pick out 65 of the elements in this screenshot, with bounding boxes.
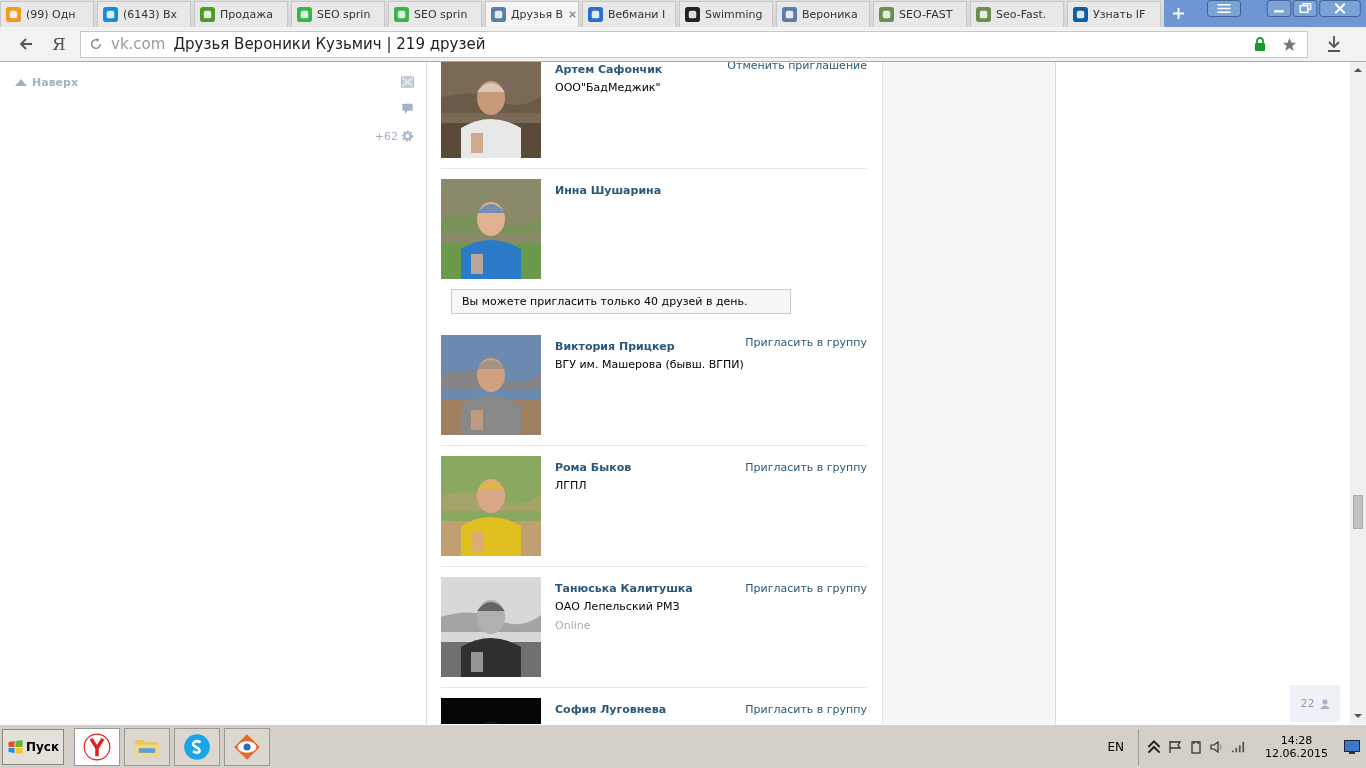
- browser-tab[interactable]: SEO-FAST: [873, 1, 967, 27]
- notification-count: +62: [374, 129, 398, 143]
- new-tab-icon[interactable]: [1172, 7, 1185, 20]
- restore-icon[interactable]: [1292, 0, 1318, 17]
- menu-icon[interactable]: [1207, 0, 1241, 17]
- chat-icon: [183, 732, 212, 761]
- browser-tab[interactable]: (99) Одн: [0, 1, 94, 27]
- minimize-icon[interactable]: [1266, 0, 1292, 17]
- show-desktop-icon[interactable]: [1344, 739, 1360, 754]
- friend-info: ЛГПЛ: [555, 479, 588, 492]
- browser-tab[interactable]: Вероника: [776, 1, 870, 27]
- friend-name[interactable]: Рома Быков: [555, 461, 632, 474]
- reload-icon[interactable]: [89, 37, 103, 51]
- volume-icon[interactable]: [1210, 739, 1224, 754]
- browser-tab[interactable]: Друзья В: [485, 1, 579, 27]
- signal-icon[interactable]: [1231, 739, 1245, 754]
- browser-tab[interactable]: Seo-Fast.: [970, 1, 1064, 27]
- taskbar-app[interactable]: [224, 727, 271, 766]
- taskbar-app[interactable]: [174, 727, 221, 766]
- back-icon[interactable]: [18, 36, 34, 52]
- friend-info: ООО"БадМеджик": [555, 81, 662, 94]
- invite-link[interactable]: Пригласить в группу: [745, 461, 867, 474]
- chevron-icon[interactable]: [1147, 739, 1161, 754]
- scrollbar-thumb[interactable]: [1353, 495, 1363, 529]
- invite-link[interactable]: Пригласить в группу: [745, 336, 867, 349]
- friend-name[interactable]: Танюська Калитушка: [555, 582, 693, 595]
- friend-info: ВГУ им. Машерова (бывш. ВГПИ): [555, 358, 745, 371]
- invite-link[interactable]: Пригласить в группу: [745, 703, 867, 716]
- friend-name[interactable]: Инна Шушарина: [555, 184, 662, 197]
- friend-name[interactable]: Артем Сафончик: [555, 63, 663, 76]
- star-icon[interactable]: [1282, 36, 1297, 52]
- taskbar-app[interactable]: [74, 727, 121, 766]
- friend-name[interactable]: Виктория Прицкер: [555, 340, 675, 353]
- friend-info: ОАО Лепельский РМЗ: [555, 600, 681, 613]
- clock[interactable]: 14:28 12.06.2015: [1257, 733, 1336, 760]
- lock-icon: [1254, 37, 1266, 51]
- page-title: Друзья Вероники Кузьмич | 219 друзей: [173, 35, 486, 53]
- browser-tab[interactable]: Продажа: [194, 1, 288, 27]
- close-icon[interactable]: [568, 10, 578, 19]
- up-arrow-icon: [15, 78, 27, 86]
- address-field[interactable]: vk.com Друзья Вероники Кузьмич | 219 друзей: [80, 30, 1308, 58]
- flag-icon[interactable]: [1168, 739, 1182, 754]
- notice-message: Вы можете пригласить только 40 друзей в день.: [451, 289, 791, 314]
- browser-logo[interactable]: Я: [52, 34, 72, 54]
- browser-tab[interactable]: SEO sprin: [291, 1, 385, 27]
- language-indicator[interactable]: EN: [1107, 739, 1124, 754]
- scroll-up-icon[interactable]: [1354, 67, 1362, 73]
- download-icon[interactable]: [1326, 35, 1342, 53]
- eye-icon: [233, 732, 262, 761]
- person-icon: [1319, 698, 1330, 709]
- url-domain: vk.com: [111, 35, 166, 53]
- browser-tab[interactable]: SEO sprin: [388, 1, 482, 27]
- invite-link[interactable]: Пригласить в группу: [745, 582, 867, 595]
- browser-tab[interactable]: Swimming: [679, 1, 773, 27]
- scroll-down-icon[interactable]: [1354, 713, 1362, 719]
- windows-icon: [7, 739, 24, 754]
- online-status: Online: [555, 619, 592, 632]
- friend-name[interactable]: София Луговнева: [555, 703, 667, 716]
- browser-icon: [83, 732, 112, 761]
- browser-tab[interactable]: (6143) Вх: [97, 1, 191, 27]
- start-button[interactable]: Пуск: [2, 728, 65, 765]
- browser-tab[interactable]: Узнать IF: [1067, 1, 1161, 27]
- close-icon[interactable]: [1318, 0, 1362, 17]
- browser-tab[interactable]: Вебмани I: [582, 1, 676, 27]
- device-icon[interactable]: [1189, 739, 1203, 754]
